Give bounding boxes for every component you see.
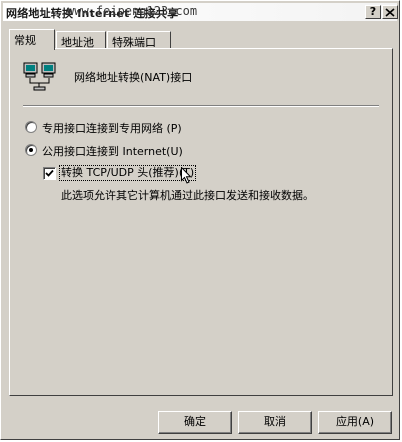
translate-header-label[interactable]: 转换 TCP/UDP 头(推荐)(T) (59, 165, 197, 181)
radio-private-interface[interactable] (25, 121, 37, 133)
tab-general-label: 常规 (14, 34, 36, 47)
radio-private-label[interactable]: 专用接口连接到专用网络 (P) (42, 120, 182, 136)
help-button[interactable]: ? (365, 5, 381, 19)
checkmark-icon (45, 169, 54, 177)
separator (23, 105, 379, 107)
nat-interface-label: 网络地址转换(NAT)接口 (74, 71, 193, 84)
apply-button[interactable]: 应用(A) (318, 411, 392, 434)
tab-general[interactable]: 常规 (9, 29, 55, 50)
watermark-text: www.feipeng123.com (67, 4, 198, 18)
tab-address-pool[interactable]: 地址池 (56, 31, 106, 49)
radio-selected-dot (29, 148, 33, 152)
radio-public-interface[interactable] (25, 144, 37, 156)
tab-special-ports[interactable]: 特殊端口 (107, 31, 171, 49)
close-button[interactable] (382, 5, 398, 19)
radio-public-label[interactable]: 公用接口连接到 Internet(U) (42, 143, 183, 159)
properties-dialog: 网络地址转换 Internet 连接共享 www.feipeng123.com … (0, 0, 400, 440)
title-bar[interactable]: 网络地址转换 Internet 连接共享 www.feipeng123.com … (3, 3, 398, 21)
cancel-button[interactable]: 取消 (238, 411, 312, 434)
mouse-cursor-icon (181, 167, 192, 184)
close-icon (385, 8, 395, 17)
ok-button[interactable]: 确定 (158, 411, 232, 434)
tab-panel-general (9, 48, 393, 396)
network-computers-icon (23, 62, 56, 91)
description-text: 此选项允许其它计算机通过此接口发送和接收数据。 (61, 189, 314, 202)
translate-header-checkbox[interactable] (43, 167, 56, 180)
